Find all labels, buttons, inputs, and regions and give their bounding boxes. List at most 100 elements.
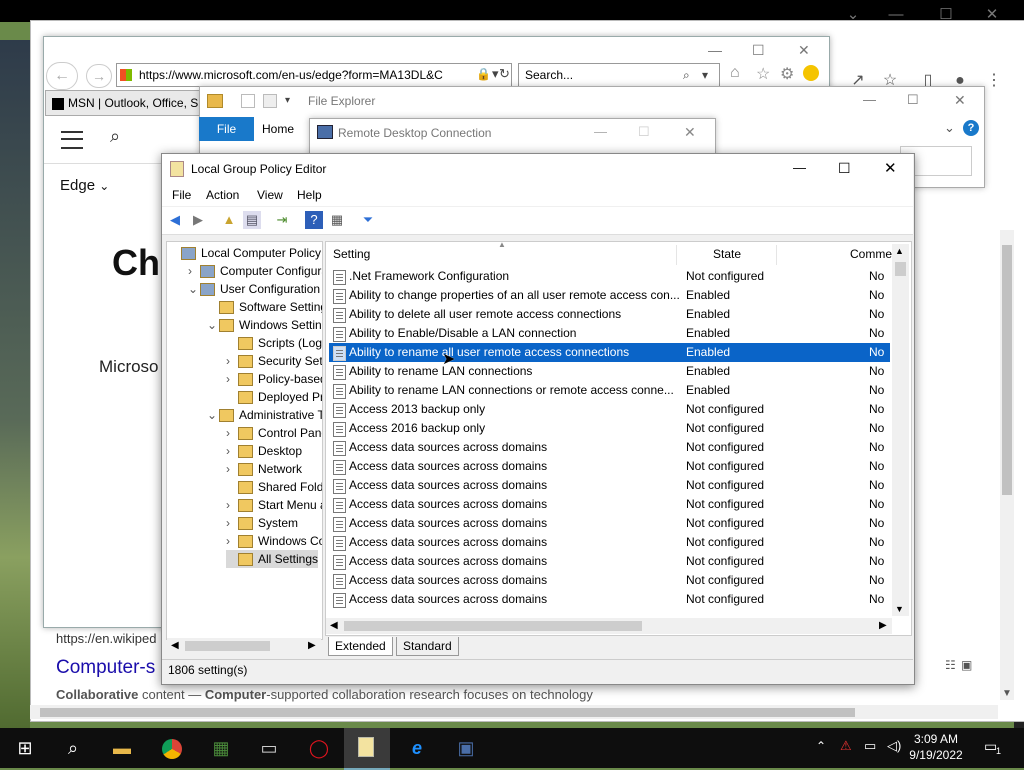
ie-refresh-icon[interactable]: ↻: [499, 66, 510, 82]
tray-network-warning-icon[interactable]: ⚠: [840, 738, 852, 754]
chrome-taskbar-icon[interactable]: [157, 733, 187, 763]
search-result-title[interactable]: Computer-s: [56, 657, 155, 679]
ribbon-file-tab[interactable]: File: [199, 117, 254, 141]
gpe-close-button[interactable]: ✕: [884, 159, 897, 177]
tree-item[interactable]: ⌄ User Configuration: [188, 280, 320, 298]
tree-item[interactable]: Local Computer Policy: [169, 244, 321, 262]
rdc-close-button[interactable]: ✕: [684, 124, 696, 141]
help-book-icon[interactable]: ?: [305, 211, 323, 229]
table-row[interactable]: Access 2016 backup only Not configured No: [329, 419, 890, 438]
ie-feedback-smiley-icon[interactable]: [803, 65, 819, 81]
chrome-maximize-button[interactable]: ☐: [935, 4, 957, 26]
menu-action[interactable]: Action: [206, 188, 239, 202]
rdc-taskbar-icon[interactable]: ▣: [451, 733, 481, 763]
expand-chevron-icon[interactable]: ›: [226, 496, 238, 514]
view-details-icon[interactable]: ☷: [945, 658, 961, 672]
new-folder-icon[interactable]: [263, 94, 277, 108]
expand-chevron-icon[interactable]: ›: [188, 262, 200, 280]
tree-item[interactable]: › Computer Configura: [188, 262, 322, 280]
ie-close-button[interactable]: ✕: [798, 42, 810, 59]
expand-chevron-icon[interactable]: ›: [226, 424, 238, 442]
table-row[interactable]: Ability to rename LAN connections Enabled…: [329, 362, 890, 381]
column-divider[interactable]: [676, 245, 677, 265]
opera-taskbar-icon[interactable]: ◯: [304, 733, 334, 763]
table-row[interactable]: Ability to Enable/Disable a LAN connecti…: [329, 324, 890, 343]
ie-home-icon[interactable]: ⌂: [730, 64, 740, 82]
chrome-tab-search-icon[interactable]: ⌄: [842, 4, 864, 26]
tray-volume-icon[interactable]: ◁): [887, 738, 901, 754]
ie-back-icon[interactable]: ←: [46, 62, 78, 90]
list-scroll-up-arrow[interactable]: ▲: [895, 246, 904, 256]
column-header-comment[interactable]: Comme: [850, 245, 892, 263]
list-scroll-down-arrow[interactable]: ▼: [895, 604, 904, 614]
expand-chevron-icon[interactable]: ›: [226, 442, 238, 460]
expand-chevron-icon[interactable]: ›: [226, 532, 238, 550]
collapse-chevron-icon[interactable]: ⌄: [207, 406, 219, 424]
table-row[interactable]: .Net Framework Configuration Not configur…: [329, 267, 890, 286]
tree-item[interactable]: › Start Menu ar: [226, 496, 322, 514]
ie-forward-icon[interactable]: →: [86, 64, 112, 88]
table-row[interactable]: Ability to delete all user remote access…: [329, 305, 890, 324]
collapse-chevron-icon[interactable]: ⌄: [188, 280, 200, 298]
tree-scroll-right-arrow[interactable]: ▶: [308, 640, 316, 651]
mmc-taskbar-icon[interactable]: ▦: [206, 733, 236, 763]
tree-item[interactable]: Software Settings: [207, 298, 322, 316]
edge-brand-link[interactable]: Edge ⌄: [60, 177, 109, 194]
gpe-taskbar-button[interactable]: [344, 728, 390, 770]
tree-item[interactable]: ⌄ Windows Setting: [207, 316, 322, 334]
start-windows-icon[interactable]: ⊞: [10, 733, 40, 763]
fe-minimize-button[interactable]: —: [863, 92, 876, 107]
menu-view[interactable]: View: [257, 188, 283, 202]
gpe-minimize-button[interactable]: —: [793, 160, 806, 175]
list-scroll-left-arrow[interactable]: ◀: [330, 620, 338, 631]
column-header-state[interactable]: State: [713, 245, 741, 263]
list-scroll-right-arrow[interactable]: ▶: [879, 620, 887, 631]
ie-address-bar[interactable]: https://www.microsoft.com/en-us/edge?for…: [116, 63, 512, 87]
rdc-minimize-button[interactable]: —: [594, 124, 607, 139]
menu-file[interactable]: File: [172, 188, 191, 202]
list-horizontal-scroll-thumb[interactable]: [344, 621, 642, 631]
table-row[interactable]: Access data sources across domains Not co…: [329, 457, 890, 476]
quick-access-dropdown-icon[interactable]: ▾: [285, 95, 290, 106]
collapse-chevron-icon[interactable]: ⌄: [207, 316, 219, 334]
expand-chevron-icon[interactable]: ›: [226, 370, 238, 388]
ie-dropdown-icon[interactable]: ▾: [492, 66, 499, 82]
page-search-icon[interactable]: ⌕: [110, 126, 120, 147]
ie-search-dropdown-icon[interactable]: ▾: [702, 64, 708, 86]
table-row[interactable]: Access data sources across domains Not co…: [329, 438, 890, 457]
tree-item[interactable]: › Network: [226, 460, 302, 478]
tab-standard[interactable]: Standard: [396, 637, 459, 656]
list-vertical-scroll-thumb[interactable]: [895, 262, 906, 276]
tree-scroll-left-arrow[interactable]: ◀: [171, 640, 179, 651]
list-vertical-scrollbar[interactable]: [892, 244, 909, 616]
table-row[interactable]: Access data sources across domains Not co…: [329, 476, 890, 495]
tree-item[interactable]: Scripts (Logon: [226, 334, 322, 352]
view-tiles-icon[interactable]: ▣: [961, 658, 977, 672]
ribbon-home-tab[interactable]: Home: [262, 117, 307, 141]
ie-search-icon[interactable]: ⌕: [683, 64, 690, 86]
tree-item[interactable]: › Security Setti: [226, 352, 322, 370]
chrome-minimize-button[interactable]: —: [885, 4, 907, 26]
fe-maximize-button[interactable]: ☐: [907, 92, 919, 108]
chrome-horizontal-scroll-thumb[interactable]: [40, 708, 855, 717]
tree-item[interactable]: › Windows Cor: [226, 532, 322, 550]
menu-help[interactable]: Help: [297, 188, 322, 202]
chrome-vertical-scroll-thumb[interactable]: [1002, 245, 1012, 495]
tree-item[interactable]: › Desktop: [226, 442, 302, 460]
column-header-setting[interactable]: Setting: [333, 245, 370, 263]
extended-view-icon[interactable]: ▦: [328, 211, 346, 229]
ie-favorites-star-icon[interactable]: ☆: [756, 64, 770, 84]
back-arrow-icon[interactable]: ◀: [166, 211, 184, 229]
table-row[interactable]: Ability to change properties of an all u…: [329, 286, 890, 305]
show-hide-tree-icon[interactable]: ▤: [243, 211, 261, 229]
gpe-maximize-button[interactable]: ☐: [838, 160, 851, 177]
properties-icon[interactable]: [241, 94, 255, 108]
hamburger-menu-icon[interactable]: [61, 131, 83, 149]
tab-extended[interactable]: Extended: [328, 637, 393, 656]
tree-item[interactable]: › Control Panel: [226, 424, 322, 442]
table-row[interactable]: Ability to rename LAN connections or rem…: [329, 381, 890, 400]
filter-icon[interactable]: ⏷: [359, 211, 377, 229]
ie-settings-gear-icon[interactable]: ⚙: [780, 64, 794, 84]
taskbar-clock[interactable]: 3:09 AM 9/19/2022: [906, 731, 966, 763]
terminal-taskbar-icon[interactable]: ▭: [254, 733, 284, 763]
